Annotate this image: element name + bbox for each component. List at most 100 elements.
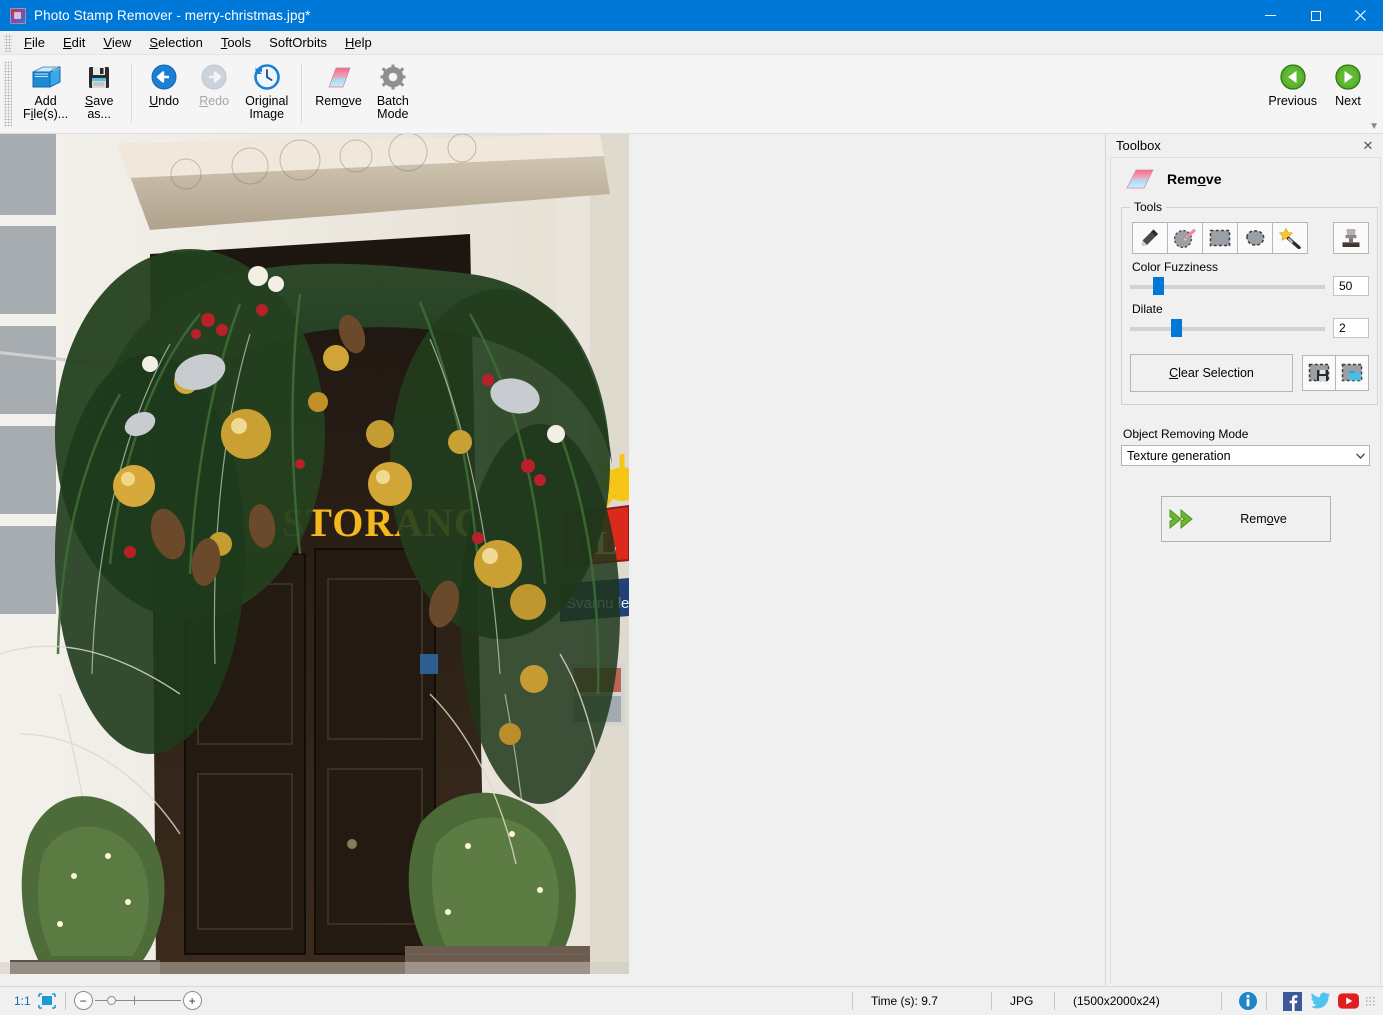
toolbar-separator-1 xyxy=(131,63,132,123)
image-canvas[interactable]: STORANG EL Svarnu le xyxy=(0,134,1105,986)
previous-label: Previous xyxy=(1268,95,1317,108)
dilate-row: 2 xyxy=(1130,318,1369,338)
app-icon xyxy=(10,8,26,24)
original-image-icon xyxy=(250,63,284,93)
zoom-slider-track[interactable] xyxy=(95,1000,181,1001)
toolbar: AddFile(s)... Saveas... xyxy=(0,55,1383,134)
minimize-button[interactable] xyxy=(1248,0,1293,31)
remove-action-button[interactable]: Remove xyxy=(1161,496,1331,542)
color-fuzziness-row: 50 xyxy=(1130,276,1369,296)
toolbar-group-history: Undo Redo xyxy=(136,55,297,133)
application-window: Photo Stamp Remover - merry-christmas.jp… xyxy=(0,0,1383,1014)
close-icon[interactable]: ✕ xyxy=(1359,137,1377,155)
redo-icon xyxy=(197,63,231,93)
add-files-button[interactable]: AddFile(s)... xyxy=(17,59,74,124)
menu-softorbits[interactable]: SoftOrbits xyxy=(260,32,336,53)
rectangle-select-tool-button[interactable] xyxy=(1202,222,1238,254)
save-as-label: Saveas... xyxy=(85,95,114,121)
eraser-icon xyxy=(1125,168,1155,190)
title-bar: Photo Stamp Remover - merry-christmas.jp… xyxy=(0,0,1383,31)
menu-file[interactable]: File xyxy=(15,32,54,53)
add-files-label: AddFile(s)... xyxy=(23,95,68,121)
chevron-down-icon[interactable] xyxy=(1352,446,1369,465)
photo-merry-christmas[interactable]: STORANG EL Svarnu le xyxy=(0,134,629,974)
twitter-icon[interactable] xyxy=(1310,991,1331,1012)
remove-tool-button[interactable]: Remove xyxy=(309,59,368,111)
save-as-button[interactable]: Saveas... xyxy=(74,59,124,124)
object-removing-mode-label: Object Removing Mode xyxy=(1123,427,1370,441)
status-separator xyxy=(1266,992,1267,1010)
menu-grip-handle[interactable] xyxy=(4,34,12,52)
dilate-slider[interactable] xyxy=(1130,319,1325,337)
tools-group: Tools xyxy=(1121,200,1378,405)
clone-stamp-tool-button[interactable] xyxy=(1333,222,1369,254)
toolbox-header: Toolbox ✕ xyxy=(1106,134,1383,157)
zoom-slider-tick xyxy=(134,996,135,1005)
zoom-slider-thumb[interactable] xyxy=(107,996,116,1005)
previous-button[interactable]: Previous xyxy=(1262,59,1323,111)
slider-thumb[interactable] xyxy=(1171,319,1182,337)
info-icon[interactable] xyxy=(1237,991,1258,1012)
clear-selection-row: Clear Selection xyxy=(1130,354,1369,392)
redo-button[interactable]: Redo xyxy=(189,59,239,111)
save-icon xyxy=(82,63,116,93)
ribbon-expander-icon[interactable]: ▼ xyxy=(1369,123,1379,131)
menu-view[interactable]: View xyxy=(94,32,140,53)
status-separator xyxy=(1221,992,1222,1010)
save-selection-button[interactable] xyxy=(1302,355,1336,391)
resize-grip[interactable] xyxy=(1365,996,1375,1006)
status-separator xyxy=(65,992,66,1010)
double-chevron-right-icon xyxy=(1162,507,1208,531)
lasso-select-tool-button[interactable] xyxy=(1237,222,1273,254)
color-fuzziness-label: Color Fuzziness xyxy=(1132,260,1369,274)
undo-label: Undo xyxy=(149,95,179,108)
maximize-button[interactable] xyxy=(1293,0,1338,31)
dilate-value[interactable]: 2 xyxy=(1333,318,1369,338)
marker-tool-button[interactable] xyxy=(1132,222,1168,254)
youtube-icon[interactable] xyxy=(1338,991,1359,1012)
clear-selection-button[interactable]: Clear Selection xyxy=(1130,354,1293,392)
menu-tools[interactable]: Tools xyxy=(212,32,260,53)
next-label: Next xyxy=(1335,95,1361,108)
undo-icon xyxy=(147,63,181,93)
eraser-tool-button[interactable] xyxy=(1167,222,1203,254)
load-selection-button[interactable] xyxy=(1335,355,1369,391)
menu-edit[interactable]: Edit xyxy=(54,32,94,53)
toolbar-group-navigation: Previous Next xyxy=(1251,55,1373,111)
object-removing-mode-value: Texture generation xyxy=(1127,449,1231,463)
batch-mode-button[interactable]: BatchMode xyxy=(368,59,418,124)
facebook-icon[interactable] xyxy=(1282,991,1303,1012)
status-right-group: Time (s): 9.7 JPG (1500x2000x24) xyxy=(844,987,1375,1015)
format-status: JPG xyxy=(1000,994,1046,1008)
undo-button[interactable]: Undo xyxy=(139,59,189,111)
slider-thumb[interactable] xyxy=(1153,277,1164,295)
color-fuzziness-slider[interactable] xyxy=(1130,277,1325,295)
main-area: STORANG EL Svarnu le xyxy=(0,134,1383,986)
toolbar-group-actions: Remove xyxy=(306,55,421,133)
tools-group-legend: Tools xyxy=(1130,200,1166,214)
zoom-in-button[interactable]: + xyxy=(183,991,202,1010)
status-separator xyxy=(1054,992,1055,1010)
close-button[interactable] xyxy=(1338,0,1383,31)
batch-mode-label: BatchMode xyxy=(377,95,409,121)
magic-wand-tool-button[interactable] xyxy=(1272,222,1308,254)
object-removing-mode-select[interactable]: Texture generation xyxy=(1121,445,1370,466)
eraser-icon xyxy=(322,63,356,93)
toolbox-title: Toolbox xyxy=(1116,138,1359,153)
color-fuzziness-value[interactable]: 50 xyxy=(1333,276,1369,296)
toolbar-grip-handle[interactable] xyxy=(4,61,12,127)
add-files-icon xyxy=(29,63,63,93)
original-image-button[interactable]: OriginalImage xyxy=(239,59,294,124)
original-image-label: OriginalImage xyxy=(245,95,288,121)
toolbox-panel: Toolbox ✕ Remove xyxy=(1105,134,1383,986)
menu-help[interactable]: Help xyxy=(336,32,381,53)
menu-selection[interactable]: Selection xyxy=(140,32,211,53)
next-button[interactable]: Next xyxy=(1323,59,1373,111)
fit-to-window-icon[interactable] xyxy=(37,992,57,1010)
remove-section-title: Remove xyxy=(1167,171,1222,187)
redo-label: Redo xyxy=(199,95,229,108)
toolbar-group-file: AddFile(s)... Saveas... xyxy=(14,55,127,133)
dimensions-status: (1500x2000x24) xyxy=(1063,994,1213,1008)
remove-section-header: Remove xyxy=(1125,168,1370,190)
zoom-out-button[interactable]: − xyxy=(74,991,93,1010)
